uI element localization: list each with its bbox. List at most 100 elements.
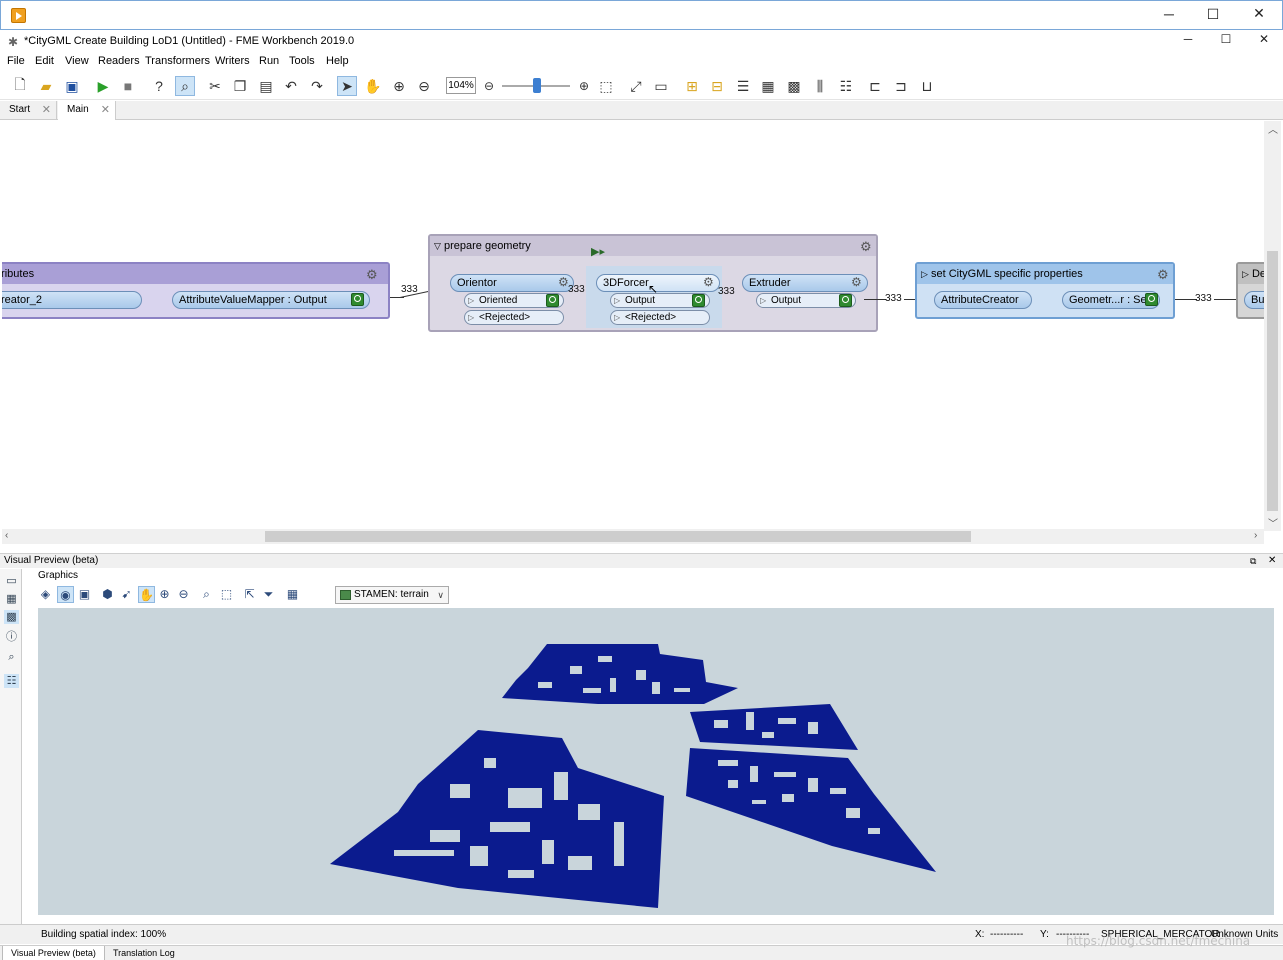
redo-icon[interactable]: ↷ (307, 76, 327, 96)
new-icon[interactable]: 🗋 (10, 76, 30, 96)
tab-visual-preview[interactable]: Visual Preview (beta) (2, 946, 105, 960)
menu-edit[interactable]: Edit (35, 55, 54, 67)
undo-icon[interactable]: ↶ (281, 76, 301, 96)
collapse-arrow-icon[interactable]: ▽ (434, 241, 441, 251)
stop-icon[interactable]: ■ (118, 76, 138, 96)
transformer-partial[interactable]: Bu (1244, 291, 1264, 309)
fit-view-icon[interactable]: ⤢ (626, 76, 646, 96)
add-bookmark-icon[interactable]: ▦ (758, 76, 778, 96)
menu-file[interactable]: File (7, 55, 25, 67)
inspect-icon[interactable] (692, 294, 705, 307)
display-control-icon[interactable]: ▭ (4, 574, 19, 588)
vertical-scroll-thumb[interactable] (1267, 251, 1278, 511)
transformer-extruder[interactable]: Extruder (742, 274, 868, 292)
prompt-run-icon[interactable]: ? (149, 76, 169, 96)
bookmark-citygml-properties[interactable]: ▷ set CityGML specific properties ⚙ Attr… (915, 262, 1175, 319)
add-reader-icon[interactable]: ⊞ (682, 76, 702, 96)
cut-icon[interactable]: ✂ (205, 76, 225, 96)
tab-main-close-icon[interactable]: ✕ (101, 101, 110, 119)
graphics-view-icon[interactable]: ▩ (4, 610, 19, 624)
settings-grid-icon[interactable]: ▦ (284, 586, 301, 603)
zoom-extent-icon[interactable]: ⌕ (198, 586, 215, 603)
select-pointer-icon[interactable]: ➤ (337, 76, 357, 96)
bookmark-gear-icon[interactable]: ⚙ (366, 267, 378, 283)
transformer-gear-icon[interactable]: ⚙ (851, 275, 862, 289)
run-icon[interactable]: ▶ (93, 76, 113, 96)
copy-icon[interactable]: ❐ (230, 76, 250, 96)
inspect-icon[interactable] (351, 293, 364, 306)
scroll-left-icon[interactable]: ‹ (5, 530, 8, 541)
align-left-icon[interactable]: ⊏ (865, 76, 885, 96)
bookmark-right-partial[interactable]: ▷ De Bu (1236, 262, 1264, 319)
transformer-attributecreator[interactable]: AttributeCreator (934, 291, 1032, 309)
port-rejected[interactable]: <Rejected> (610, 310, 710, 325)
menu-tools[interactable]: Tools (289, 55, 315, 67)
align-center-icon[interactable]: ⊐ (891, 76, 911, 96)
expand-arrow-icon[interactable]: ▷ (1242, 269, 1249, 279)
zoom-minus-icon[interactable]: ⊖ (479, 76, 499, 96)
paste-icon[interactable]: ▤ (256, 76, 276, 96)
transformer-attributecreator-2[interactable]: reator_2 (2, 291, 142, 309)
tab-start-close-icon[interactable]: ✕ (42, 101, 51, 119)
port-rejected[interactable]: <Rejected> (464, 310, 564, 325)
orthographic-icon[interactable]: ▣ (76, 586, 93, 603)
pan-icon[interactable]: ✋ (138, 586, 155, 603)
graphics-viewport[interactable] (38, 608, 1274, 915)
outer-minimize-icon[interactable]: ─ (1154, 6, 1184, 22)
outer-maximize-icon[interactable]: ☐ (1198, 6, 1228, 23)
bookmark-attributes[interactable]: tributes ⚙ reator_2 AttributeValueMapper… (2, 262, 390, 319)
2d-view-icon[interactable]: ◈ (37, 586, 54, 603)
align-bottom-icon[interactable]: ⊔ (917, 76, 937, 96)
transformer-attributevaluemapper-output[interactable]: AttributeValueMapper : Output (172, 291, 370, 309)
menu-readers[interactable]: Readers (98, 55, 140, 67)
inspect-icon[interactable] (839, 294, 852, 307)
bookmark-prepare-geometry[interactable]: ▽ prepare geometry ⚙ ▶▸ Orientor ⚙ Orien… (428, 234, 878, 332)
save-icon[interactable]: ▣ (62, 76, 82, 96)
menu-view[interactable]: View (65, 55, 89, 67)
preview-zoom-in-icon[interactable]: ⊕ (156, 586, 173, 603)
select-tool-icon[interactable]: ➹ (118, 586, 135, 603)
inspect-icon[interactable] (546, 294, 559, 307)
canvas-horizontal-scrollbar[interactable]: ‹ › (2, 529, 1264, 544)
float-panel-icon[interactable]: ⧉ (1250, 554, 1256, 568)
scroll-down-icon[interactable]: ﹀ (1268, 515, 1278, 530)
feature-info-icon[interactable]: ⓘ (4, 628, 19, 643)
menu-transformers[interactable]: Transformers (145, 55, 210, 67)
zoom-slider-thumb[interactable] (533, 78, 541, 93)
table-view-icon[interactable]: ▦ (4, 592, 19, 606)
close-icon[interactable]: ✕ (1249, 32, 1279, 46)
workspace-canvas[interactable]: tributes ⚙ reator_2 AttributeValueMapper… (2, 121, 1264, 531)
basemap-select[interactable]: STAMEN: terrain ∨ (335, 586, 449, 604)
preview-zoom-out-icon[interactable]: ⊖ (175, 586, 192, 603)
run-to-this-icon[interactable]: ▶▸ (591, 245, 605, 258)
overview-icon[interactable]: ▭ (651, 76, 671, 96)
align-vertical-icon[interactable]: ⫼ (810, 76, 830, 96)
layout-icon[interactable]: ☷ (4, 674, 19, 688)
grid-icon[interactable]: ▩ (784, 76, 804, 96)
tab-main[interactable]: Main ✕ (58, 101, 116, 120)
zoom-plus-icon[interactable]: ⊕ (574, 76, 594, 96)
transformer-orientor[interactable]: Orientor (450, 274, 574, 292)
maximize-icon[interactable]: ☐ (1211, 32, 1241, 46)
3d-view-icon[interactable]: ◉ (57, 586, 74, 603)
inspect-tool-icon[interactable]: ⌕ (4, 651, 19, 665)
add-writer-icon[interactable]: ⊟ (707, 76, 727, 96)
select-feature-icon[interactable]: ⬢ (99, 586, 116, 603)
bookmark-gear-icon[interactable]: ⚙ (1157, 267, 1169, 283)
tab-translation-log[interactable]: Translation Log (105, 946, 183, 960)
menu-run[interactable]: Run (259, 55, 279, 67)
inspect-icon[interactable] (1145, 293, 1158, 306)
zoom-level-field[interactable]: 104% (446, 77, 476, 94)
canvas-vertical-scrollbar[interactable]: ︿ ﹀ (1264, 121, 1281, 531)
bookmark-gear-icon[interactable]: ⚙ (860, 239, 872, 255)
close-panel-icon[interactable]: ✕ (1268, 554, 1276, 568)
horizontal-scroll-thumb[interactable] (265, 531, 971, 542)
open-icon[interactable]: ▰ (36, 76, 56, 96)
pan-hand-icon[interactable]: ✋ (363, 76, 383, 96)
feature-caching-icon[interactable]: ⌕ (175, 76, 195, 96)
menu-help[interactable]: Help (326, 55, 349, 67)
scroll-right-icon[interactable]: › (1254, 530, 1257, 541)
align-horizontal-icon[interactable]: ☷ (836, 76, 856, 96)
minimize-icon[interactable]: ─ (1173, 32, 1203, 46)
zoom-selection-icon[interactable]: ⬚ (596, 76, 616, 96)
